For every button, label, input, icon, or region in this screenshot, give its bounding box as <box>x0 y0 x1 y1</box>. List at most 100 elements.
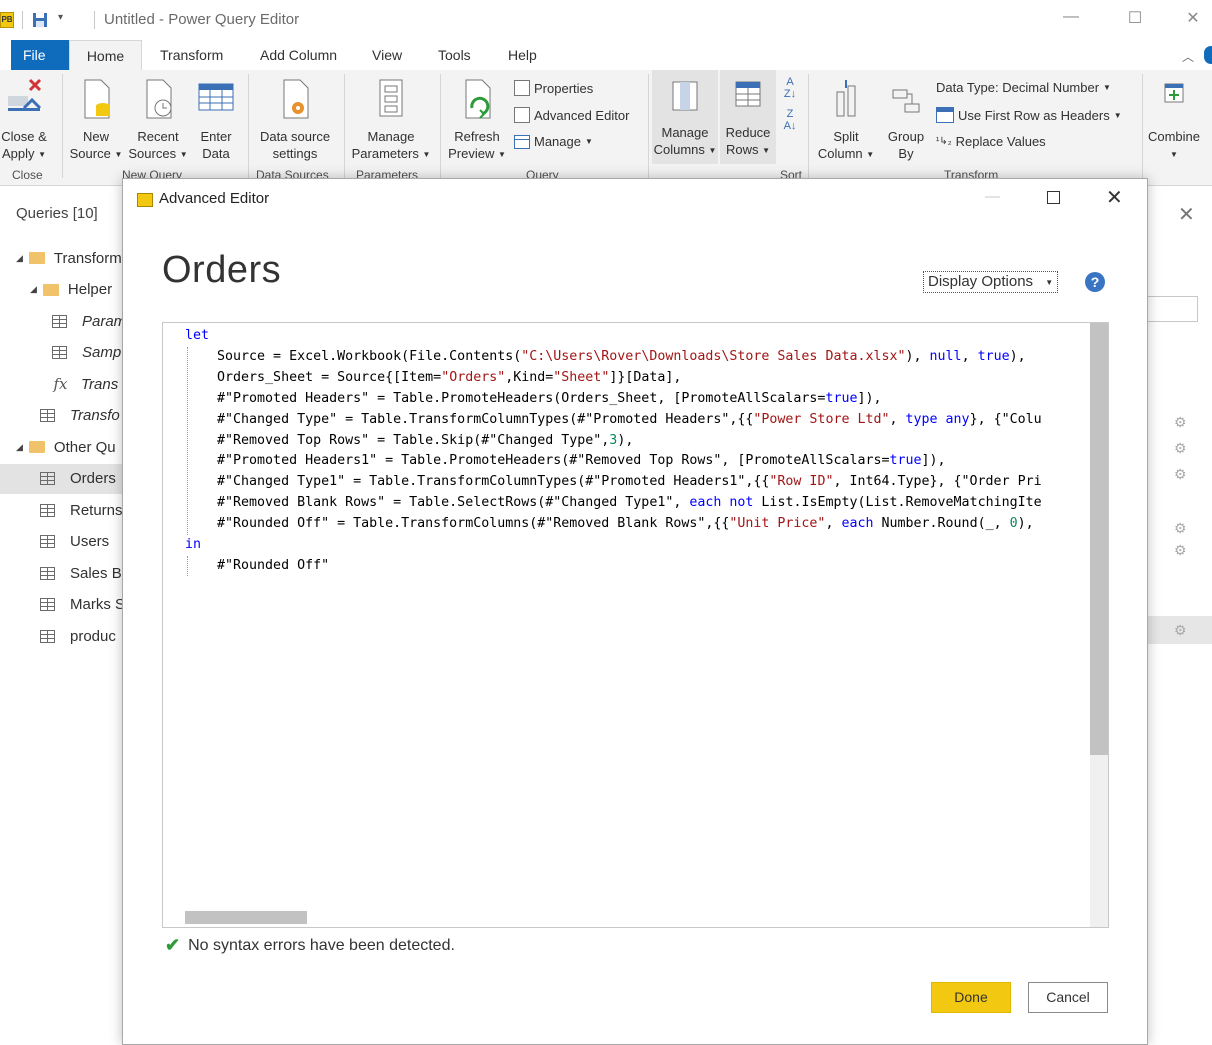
collapse-ribbon-icon[interactable]: ︿ <box>1182 48 1194 65</box>
code-line: #"Rounded Off" = Table.TransformColumns(… <box>185 516 1034 532</box>
step-settings-gear-icon[interactable]: ⚙ <box>1174 466 1187 483</box>
properties-button[interactable]: Properties <box>514 80 593 96</box>
group-close: Close <box>12 168 43 182</box>
query-item[interactable]: Samp <box>0 338 124 368</box>
power-bi-dialog-icon <box>137 193 153 207</box>
close-pane-icon[interactable]: ✕ <box>1178 202 1195 227</box>
use-first-row-headers-button[interactable]: Use First Row as Headers ▼ <box>936 107 1122 123</box>
query-item[interactable]: Users <box>0 527 124 557</box>
help-icon[interactable]: ? <box>1085 272 1105 292</box>
query-label: Samp <box>82 344 122 361</box>
save-icon[interactable] <box>32 12 48 28</box>
refresh-preview-label-1: Refresh <box>454 129 500 144</box>
code-line: Orders_Sheet = Source{[Item="Orders",Kin… <box>185 369 682 385</box>
manage-columns-button[interactable]: Manage Columns ▼ <box>652 70 718 164</box>
enter-data-table-icon <box>198 83 234 111</box>
query-item[interactable]: Returns <box>0 495 124 525</box>
data-type-dropdown[interactable]: Data Type: Decimal Number ▼ <box>936 80 1111 95</box>
recent-sources-label-1: Recent <box>137 129 179 144</box>
replace-values-button[interactable]: ¹↳₂ Replace Values <box>936 134 1046 149</box>
horizontal-scrollbar-thumb[interactable] <box>185 911 307 924</box>
quick-access-dropdown-icon[interactable]: ▾ <box>58 12 63 23</box>
step-settings-gear-icon[interactable]: ⚙ <box>1174 440 1187 457</box>
refresh-icon <box>465 79 491 119</box>
tab-tools[interactable]: Tools <box>438 40 471 70</box>
titlebar-separator <box>22 11 23 29</box>
expand-collapse-icon[interactable]: ◢ <box>30 284 37 295</box>
advanced-editor-button[interactable]: Advanced Editor <box>514 107 629 123</box>
new-source-label-1: New <box>82 129 109 144</box>
refresh-preview-button[interactable]: Refresh Preview ▼ <box>444 76 510 163</box>
reduce-rows-button[interactable]: Reduce Rows ▼ <box>720 70 776 164</box>
folder-icon <box>28 441 45 453</box>
split-column-button[interactable]: Split Column ▼ <box>814 76 878 163</box>
account-icon[interactable] <box>1204 46 1212 64</box>
recent-sources-button[interactable]: Recent Sources ▼ <box>126 76 190 163</box>
tab-help[interactable]: Help <box>508 40 537 70</box>
query-group-item[interactable]: ◢ Helper <box>0 275 124 305</box>
vertical-scrollbar[interactable] <box>1090 323 1108 927</box>
query-name-heading: Orders <box>162 249 282 291</box>
query-item[interactable]: Sales B <box>0 558 124 588</box>
tab-view[interactable]: View <box>372 40 402 70</box>
replace-values-label: Replace Values <box>955 134 1046 149</box>
split-column-icon <box>836 80 856 117</box>
close-window-button[interactable]: ✕ <box>1178 8 1208 30</box>
sort-descending-icon: Z A↓ <box>783 108 797 132</box>
query-item[interactable]: Param <box>0 306 124 336</box>
query-item[interactable]: Orders <box>0 463 124 494</box>
code-line: #"Removed Top Rows" = Table.Skip(#"Chang… <box>185 432 634 448</box>
ribbon-divider <box>1142 74 1143 178</box>
step-settings-gear-icon[interactable]: ⚙ <box>1174 414 1187 431</box>
step-settings-gear-icon[interactable]: ⚙ <box>1174 520 1187 537</box>
expand-collapse-icon[interactable]: ◢ <box>16 253 23 264</box>
query-name-input[interactable] <box>1148 296 1198 322</box>
enter-data-button[interactable]: Enter Data <box>192 76 240 162</box>
dialog-close-button[interactable]: ✕ <box>1106 185 1123 210</box>
dialog-minimize-button[interactable]: — <box>985 188 1000 205</box>
table-icon <box>40 598 55 611</box>
query-group-item[interactable]: ◢ Other Qu <box>0 432 124 462</box>
query-settings-pane: ✕ ⚙ ⚙ ⚙ ⚙ ⚙ ⚙ <box>1148 186 1212 1045</box>
display-options-dropdown[interactable]: Display Options ▼ <box>923 271 1059 293</box>
table-icon <box>40 566 55 580</box>
sort-ascending-button[interactable]: A Z↓ <box>782 76 798 100</box>
enter-data-label-2: Data <box>202 146 230 161</box>
query-item[interactable]: fx Trans <box>0 369 124 399</box>
query-group-item[interactable]: ◢ Transform <box>0 243 124 273</box>
cancel-button[interactable]: Cancel <box>1028 982 1108 1013</box>
manage-parameters-label-2: Parameters <box>351 146 419 161</box>
query-item[interactable]: Marks S <box>0 590 124 620</box>
query-label: Transform <box>53 249 122 267</box>
manage-button[interactable]: Manage ▼ <box>514 134 593 149</box>
minimize-window-button[interactable]: — <box>1056 8 1086 30</box>
query-item[interactable]: produc <box>0 621 124 651</box>
step-settings-gear-icon[interactable]: ⚙ <box>1174 542 1187 559</box>
code-line: #"Changed Type" = Table.TransformColumnT… <box>185 411 1042 427</box>
data-source-settings-button[interactable]: Data source settings <box>252 76 338 162</box>
tab-add-column[interactable]: Add Column <box>260 40 337 70</box>
tab-file[interactable]: File <box>11 40 69 70</box>
group-by-button[interactable]: Group By <box>880 76 932 162</box>
code-editor[interactable]: let Source = Excel.Workbook(File.Content… <box>162 322 1109 928</box>
dialog-maximize-button[interactable] <box>1047 191 1060 204</box>
maximize-window-button[interactable]: ☐ <box>1120 8 1150 30</box>
done-button[interactable]: Done <box>931 982 1011 1013</box>
combine-button[interactable]: Combine ▼ <box>1146 76 1202 163</box>
code-line: #"Changed Type1" = Table.TransformColumn… <box>185 474 1042 490</box>
data-type-label: Data Type: Decimal Number <box>936 80 1100 95</box>
query-label: Trans <box>81 375 119 393</box>
vertical-scrollbar-thumb[interactable] <box>1090 323 1108 755</box>
step-settings-gear-icon[interactable]: ⚙ <box>1174 622 1187 639</box>
new-source-button[interactable]: New Source ▼ <box>66 76 126 163</box>
manage-parameters-button[interactable]: Manage Parameters ▼ <box>348 76 434 163</box>
expand-collapse-icon[interactable]: ◢ <box>16 442 23 453</box>
query-item[interactable]: Transfo <box>0 401 124 431</box>
ribbon-divider <box>248 74 249 178</box>
manage-columns-label-2: Columns <box>653 142 705 157</box>
sort-descending-button[interactable]: Z A↓ <box>782 108 798 132</box>
tab-transform[interactable]: Transform <box>160 40 223 70</box>
m-code[interactable]: let Source = Excel.Workbook(File.Content… <box>185 326 1042 577</box>
close-apply-button[interactable]: Close & Apply ▼ <box>0 76 54 163</box>
tab-home[interactable]: Home <box>69 40 142 70</box>
